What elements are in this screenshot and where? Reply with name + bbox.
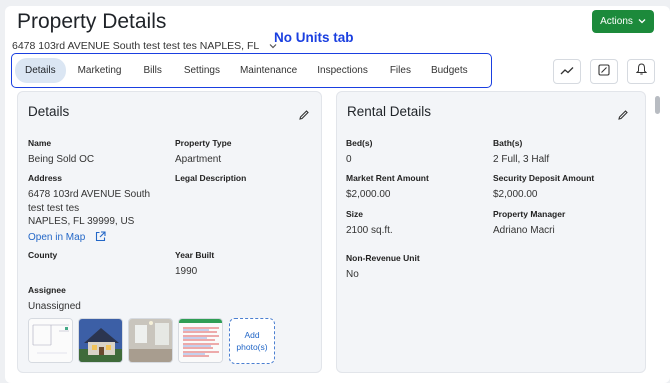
market-rent-field: Market Rent Amount $2,000.00: [346, 173, 429, 202]
non-revenue-value: No: [346, 269, 359, 280]
pencil-icon: [298, 108, 310, 125]
address-line-1: 6478 103rd AVENUE South: [28, 189, 151, 200]
photo-thumbnail[interactable]: [28, 318, 73, 363]
name-value: Being Sold OC: [28, 154, 95, 165]
chevron-down-icon: [638, 17, 646, 26]
photo-thumbnail[interactable]: [128, 318, 173, 363]
property-selector[interactable]: 6478 103rd AVENUE South test test tes NA…: [12, 40, 277, 52]
document-image: [179, 319, 222, 362]
property-address: 6478 103rd AVENUE South test test tes NA…: [12, 40, 260, 52]
assignee-value: Unassigned: [28, 301, 81, 312]
county-label: County: [28, 250, 58, 260]
edit-note-button[interactable]: [590, 59, 618, 84]
actions-button[interactable]: Actions: [592, 10, 654, 33]
assignee-field: Assignee Unassigned: [28, 285, 81, 314]
tab-settings[interactable]: Settings: [174, 58, 230, 83]
tab-bills[interactable]: Bills: [133, 58, 171, 83]
tab-inspections[interactable]: Inspections: [307, 58, 378, 83]
tab-details[interactable]: Details: [15, 58, 66, 83]
size-value: 2100 sq.ft.: [346, 225, 393, 236]
photo-thumbnail[interactable]: [178, 318, 223, 363]
edit-rental-button[interactable]: [617, 108, 631, 122]
market-rent-label: Market Rent Amount: [346, 173, 429, 183]
size-label: Size: [346, 209, 364, 219]
security-deposit-label: Security Deposit Amount: [493, 173, 595, 183]
property-manager-label: Property Manager: [493, 209, 566, 219]
photo-thumbnail[interactable]: [78, 318, 123, 363]
chart-line-icon: [560, 63, 574, 81]
edit-details-button[interactable]: [298, 108, 312, 122]
market-rent-value: $2,000.00: [346, 189, 391, 200]
notification-button[interactable]: [627, 59, 655, 84]
property-type-value: Apartment: [175, 154, 222, 165]
open-in-map-link[interactable]: Open in Map: [28, 230, 150, 245]
legal-description-label: Legal Description: [175, 173, 247, 183]
security-deposit-value: $2,000.00: [493, 189, 538, 200]
house-exterior-image: [79, 319, 122, 362]
open-in-map-label: Open in Map: [28, 232, 86, 243]
actions-label: Actions: [600, 16, 633, 27]
chart-button[interactable]: [553, 59, 581, 84]
non-revenue-field: Non-Revenue Unit No: [346, 253, 420, 282]
tab-marketing[interactable]: Marketing: [68, 58, 132, 83]
county-field: County: [28, 250, 57, 265]
scrollbar-thumb[interactable]: [655, 96, 660, 114]
name-field: Name Being Sold OC: [28, 138, 94, 167]
tab-files[interactable]: Files: [380, 58, 421, 83]
tab-bar: Details Marketing Bills Settings Mainten…: [11, 53, 492, 88]
year-built-field: Year Built 1990: [175, 250, 214, 279]
address-line-3: NAPLES, FL 39999, US: [28, 216, 135, 227]
beds-label: Bed(s): [346, 138, 373, 148]
property-manager-value: Adriano Macri: [493, 225, 555, 236]
name-label: Name: [28, 138, 52, 148]
property-type-label: Property Type: [175, 138, 232, 148]
tab-budgets[interactable]: Budgets: [421, 58, 478, 83]
security-deposit-field: Security Deposit Amount $2,000.00: [493, 173, 594, 202]
details-title: Details: [28, 104, 70, 119]
add-photo-button[interactable]: Add photo(s): [229, 318, 275, 364]
edit-square-icon: [598, 63, 610, 81]
pencil-icon: [617, 108, 629, 125]
property-manager-field: Property Manager Adriano Macri: [493, 209, 565, 238]
property-type-field: Property Type Apartment: [175, 138, 232, 167]
address-label: Address: [28, 173, 63, 183]
annotation-text: No Units tab: [274, 30, 354, 45]
non-revenue-label: Non-Revenue Unit: [346, 253, 420, 263]
beds-value: 0: [346, 154, 352, 165]
details-card: Details Name Being Sold OC Property Type…: [17, 91, 322, 373]
bell-icon: [635, 62, 647, 81]
rental-details-title: Rental Details: [347, 104, 432, 119]
address-field: Address 6478 103rd AVENUE South test tes…: [28, 173, 150, 245]
floorplan-image: [29, 319, 72, 362]
room-interior-image: [129, 319, 172, 362]
year-built-label: Year Built: [175, 250, 215, 260]
external-link-icon: [95, 230, 106, 245]
baths-field: Bath(s) 2 Full, 3 Half: [493, 138, 549, 167]
address-line-2: test test tes: [28, 202, 80, 214]
page-title: Property Details: [17, 10, 167, 33]
tab-maintenance[interactable]: Maintenance: [230, 58, 307, 83]
beds-field: Bed(s) 0: [346, 138, 372, 167]
baths-value: 2 Full, 3 Half: [493, 154, 550, 165]
assignee-label: Assignee: [28, 285, 66, 295]
legal-description-field: Legal Description: [175, 173, 246, 188]
rental-details-card: Rental Details Bed(s) 0 Bath(s) 2 Full, …: [336, 91, 646, 373]
size-field: Size 2100 sq.ft.: [346, 209, 393, 238]
year-built-value: 1990: [175, 266, 198, 277]
baths-label: Bath(s): [493, 138, 523, 148]
